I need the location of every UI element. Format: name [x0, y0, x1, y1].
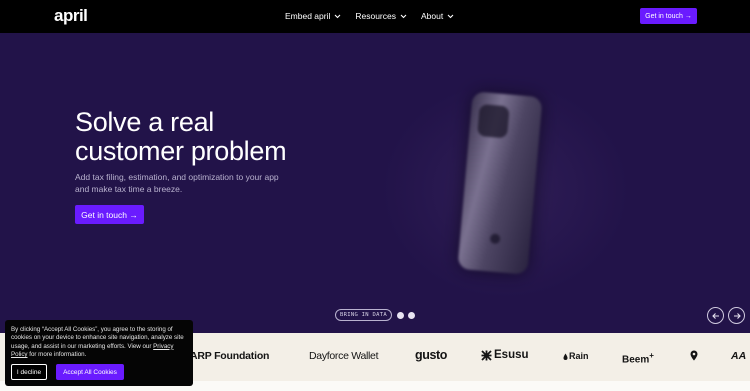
nav-item-resources[interactable]: Resources [355, 11, 407, 21]
hero-headline: Solve a real customer problem [75, 108, 335, 166]
april-logo[interactable]: april [54, 6, 88, 26]
location-pin-icon [690, 350, 698, 361]
partner-logo-gusto: gusto [415, 348, 448, 362]
cookie-decline-button[interactable]: I decline [11, 364, 47, 380]
partner-logo-aa: AA [731, 350, 747, 362]
nav-item-label: Embed april [285, 11, 331, 21]
partner-logo-pin [690, 350, 698, 364]
nav-item-label: Resources [355, 11, 396, 21]
carousel-next-button[interactable] [728, 307, 745, 324]
arrow-right-icon [733, 312, 741, 319]
bring-in-data-pill[interactable]: BRING IN DATA [335, 309, 392, 321]
esusu-mark-icon [481, 349, 492, 361]
nav-get-in-touch-button[interactable]: Get in touch → [640, 8, 697, 24]
chevron-down-icon [400, 14, 407, 18]
partner-logo-dayforce-wallet: Dayforce Wallet [309, 350, 379, 362]
chevron-down-icon [447, 14, 454, 18]
carousel-dot-1[interactable] [397, 312, 404, 319]
partner-logo-rain: Rain [563, 351, 589, 361]
hero-get-in-touch-button[interactable]: Get in touch → [75, 205, 144, 224]
partner-logo-esusu-label: Esusu [494, 349, 529, 361]
partner-logo-rain-label: Rain [569, 351, 589, 361]
partner-logo-beem: Beem+ [622, 351, 654, 365]
carousel-prev-button[interactable] [707, 307, 724, 324]
cookie-message: By clicking “Accept All Cookies”, you ag… [11, 326, 187, 359]
nav-menu: Embed april Resources About [285, 11, 468, 21]
hero-headline-line-1: Solve a real [75, 107, 214, 137]
camera-module [477, 103, 510, 139]
cookie-accept-all-button[interactable]: Accept All Cookies [56, 364, 124, 380]
partner-logo-esusu: Esusu [481, 349, 529, 361]
partner-logo-beem-label: Beem [622, 354, 650, 366]
nav-item-about[interactable]: About [421, 11, 454, 21]
top-navbar: april Embed april Resources About Get in… [0, 0, 750, 33]
nav-item-embed-april[interactable]: Embed april [285, 11, 341, 21]
rain-mark-icon [563, 353, 568, 360]
hero-subtext: Add tax filing, estimation, and optimiza… [75, 172, 279, 194]
partner-logo-arp-foundation: ARP Foundation [190, 350, 270, 362]
cookie-message-text-end: for more information. [27, 350, 87, 358]
chevron-down-icon [334, 14, 341, 18]
carousel-dot-2[interactable] [408, 312, 415, 319]
phone-logo-mark [489, 233, 501, 245]
arrow-left-icon [711, 312, 719, 319]
beem-plus-icon: + [649, 351, 654, 360]
nav-item-label: About [421, 11, 444, 21]
cookie-consent-banner: By clicking “Accept All Cookies”, you ag… [5, 320, 193, 386]
hero-headline-line-2: customer problem [75, 136, 287, 166]
